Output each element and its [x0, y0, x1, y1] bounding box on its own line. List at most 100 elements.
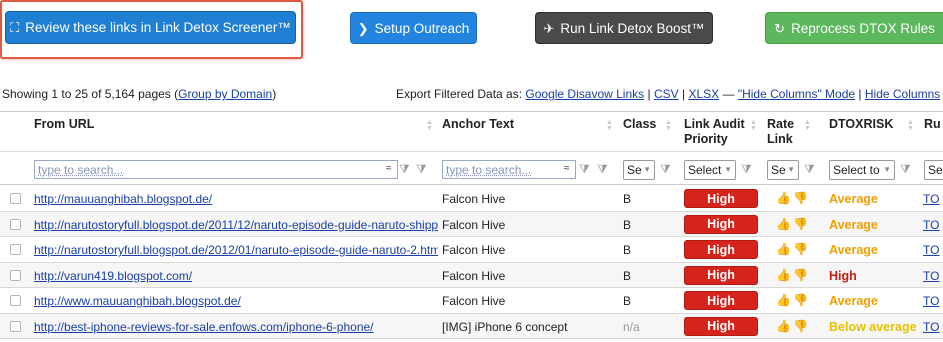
run-boost-button[interactable]: ✈ Run Link Detox Boost™ — [535, 12, 713, 44]
row-ru-link[interactable]: TO — [923, 269, 939, 283]
row-anchor-text: Falcon Hive — [442, 268, 506, 283]
sort-icon[interactable]: ▲ ▼ — [804, 119, 811, 132]
row-url-link[interactable]: http://mauuanghibah.blogspot.de/ — [34, 192, 438, 206]
row-class: B — [623, 268, 632, 283]
row-class: B — [623, 217, 632, 232]
approx-match-icon[interactable]: ≈ — [564, 163, 570, 174]
filter-clear-icon[interactable]: ⧩ — [416, 162, 427, 177]
filter-clear-icon[interactable]: ⧩ — [804, 162, 815, 177]
rate-thumbs-icon[interactable]: 👍👎 — [776, 217, 810, 231]
export-csv-link[interactable]: CSV — [654, 87, 679, 101]
separator: | — [647, 87, 651, 101]
review-in-screener-button[interactable]: ⛶ Review these links in Link Detox Scree… — [5, 11, 296, 44]
col-rate-link[interactable]: Rate Link — [767, 117, 801, 147]
rate-thumbs-icon[interactable]: 👍👎 — [776, 268, 810, 282]
col-ru[interactable]: Ru — [924, 117, 941, 132]
anchor-search-input[interactable]: type to search... — [442, 160, 576, 179]
refresh-icon: ↻ — [774, 20, 786, 36]
plane-icon: ✈ — [543, 20, 555, 36]
col-link-audit-priority[interactable]: Link Audit Priority — [684, 117, 754, 147]
separator: | — [681, 87, 686, 101]
filter-add-icon[interactable]: ⧩ — [579, 162, 590, 177]
table-row: http://mauuanghibah.blogspot.de/ Falcon … — [0, 186, 943, 212]
setup-outreach-button[interactable]: ❯ Setup Outreach — [350, 12, 477, 44]
approx-match-icon[interactable]: ≈ — [386, 163, 392, 174]
filter-clear-icon[interactable]: ⧩ — [900, 162, 911, 177]
showing-end: ) — [272, 87, 277, 101]
separator: | — [858, 87, 862, 101]
rate-select[interactable]: Se ▼ — [767, 160, 799, 180]
row-url-link[interactable]: http://narutostoryfull.blogspot.de/2012/… — [34, 243, 438, 257]
row-url-link[interactable]: http://best-iphone-reviews-for-sale.enfo… — [34, 320, 438, 334]
export-bar: Export Filtered Data as: Google Disavow … — [396, 87, 940, 101]
row-dtoxrisk: High — [829, 268, 857, 283]
row-dtoxrisk: Average — [829, 217, 878, 232]
dropdown-arrow-icon: ▼ — [724, 165, 732, 174]
filter-clear-icon[interactable]: ⧩ — [660, 162, 671, 177]
row-ru-link[interactable]: TO — [923, 192, 939, 206]
screener-icon: ⛶ — [10, 20, 20, 35]
row-priority-badge[interactable]: High — [684, 291, 758, 310]
row-ru-link[interactable]: TO — [923, 320, 939, 334]
hide-columns-mode-link[interactable]: "Hide Columns" Mode — [738, 87, 855, 101]
row-checkbox[interactable] — [10, 269, 21, 281]
setup-outreach-label: Setup Outreach — [374, 20, 470, 36]
row-checkbox[interactable] — [10, 244, 21, 255]
table-row: http://best-iphone-reviews-for-sale.enfo… — [0, 313, 943, 339]
sort-icon[interactable]: ▲ ▼ — [606, 119, 613, 132]
rate-thumbs-icon[interactable]: 👍👎 — [776, 293, 810, 307]
sort-icon[interactable]: ▲ ▼ — [665, 119, 672, 132]
row-priority-badge[interactable]: High — [684, 214, 758, 234]
filter-add-icon[interactable]: ⧩ — [399, 162, 410, 177]
class-select[interactable]: Se ▼ — [623, 160, 655, 180]
dropdown-arrow-icon: ▼ — [883, 165, 891, 174]
table-row: http://narutostoryfull.blogspot.de/2011/… — [0, 211, 943, 237]
review-in-screener-label: Review these links in Link Detox Screene… — [25, 20, 291, 35]
chevron-right-icon: ❯ — [357, 20, 369, 36]
row-url-link[interactable]: http://narutostoryfull.blogspot.de/2011/… — [34, 218, 438, 232]
export-prefix: Export Filtered Data as: — [396, 87, 523, 101]
risk-select-value: Select to — [833, 163, 880, 177]
risk-select[interactable]: Select to ▼ — [829, 160, 895, 180]
filter-clear-icon[interactable]: ⧩ — [597, 162, 608, 177]
row-ru-link[interactable]: TO — [923, 294, 939, 308]
sort-icon[interactable]: ▲ ▼ — [750, 119, 757, 132]
row-priority-badge[interactable]: High — [684, 316, 758, 336]
rate-thumbs-icon[interactable]: 👍👎 — [776, 319, 810, 333]
row-url-link[interactable]: http://www.mauuanghibah.blogspot.de/ — [34, 294, 438, 308]
priority-select-value: Select — [688, 163, 722, 177]
filter-clear-icon[interactable]: ⧩ — [741, 162, 752, 177]
row-checkbox[interactable] — [10, 320, 21, 332]
ru-select[interactable]: Se — [924, 160, 943, 180]
col-class[interactable]: Class — [623, 117, 656, 132]
row-dtoxrisk: Below average — [829, 319, 917, 334]
row-url-link[interactable]: http://varun419.blogspot.com/ — [34, 269, 438, 283]
group-by-domain-link[interactable]: Group by Domain — [178, 87, 272, 101]
class-select-value: Se — [627, 163, 642, 177]
col-from-url[interactable]: From URL — [34, 117, 94, 132]
col-dtoxrisk[interactable]: DTOXRISK — [829, 117, 893, 132]
row-checkbox[interactable] — [10, 193, 21, 204]
url-search-input[interactable]: type to search... — [34, 160, 398, 179]
export-xlsx-link[interactable]: XLSX — [688, 87, 719, 101]
row-ru-link[interactable]: TO — [923, 243, 939, 257]
row-dtoxrisk: Average — [829, 294, 878, 308]
sort-icon[interactable]: ▲ ▼ — [907, 119, 914, 132]
row-priority-badge[interactable]: High — [684, 189, 758, 208]
sort-icon[interactable]: ▲ ▼ — [426, 119, 433, 132]
row-checkbox[interactable] — [10, 218, 21, 230]
row-ru-link[interactable]: TO — [923, 218, 939, 232]
dropdown-arrow-icon: ▼ — [787, 165, 795, 174]
row-priority-badge[interactable]: High — [684, 265, 758, 285]
hide-columns-link[interactable]: Hide Columns — [865, 87, 940, 101]
rate-thumbs-icon[interactable]: 👍👎 — [776, 242, 810, 256]
run-boost-label: Run Link Detox Boost™ — [560, 20, 705, 36]
table-header: From URL ▲ ▼ Anchor Text ▲ ▼ Class ▲ ▼ Link… — [0, 111, 943, 151]
row-priority-badge[interactable]: High — [684, 240, 758, 259]
reprocess-rules-button[interactable]: ↻ Reprocess DTOX Rules — [765, 12, 943, 44]
priority-select[interactable]: Select ▼ — [684, 160, 736, 180]
col-anchor-text[interactable]: Anchor Text — [442, 117, 514, 132]
row-checkbox[interactable] — [10, 295, 21, 306]
rate-thumbs-icon[interactable]: 👍👎 — [776, 191, 810, 205]
export-disavow-link[interactable]: Google Disavow Links — [525, 87, 644, 101]
